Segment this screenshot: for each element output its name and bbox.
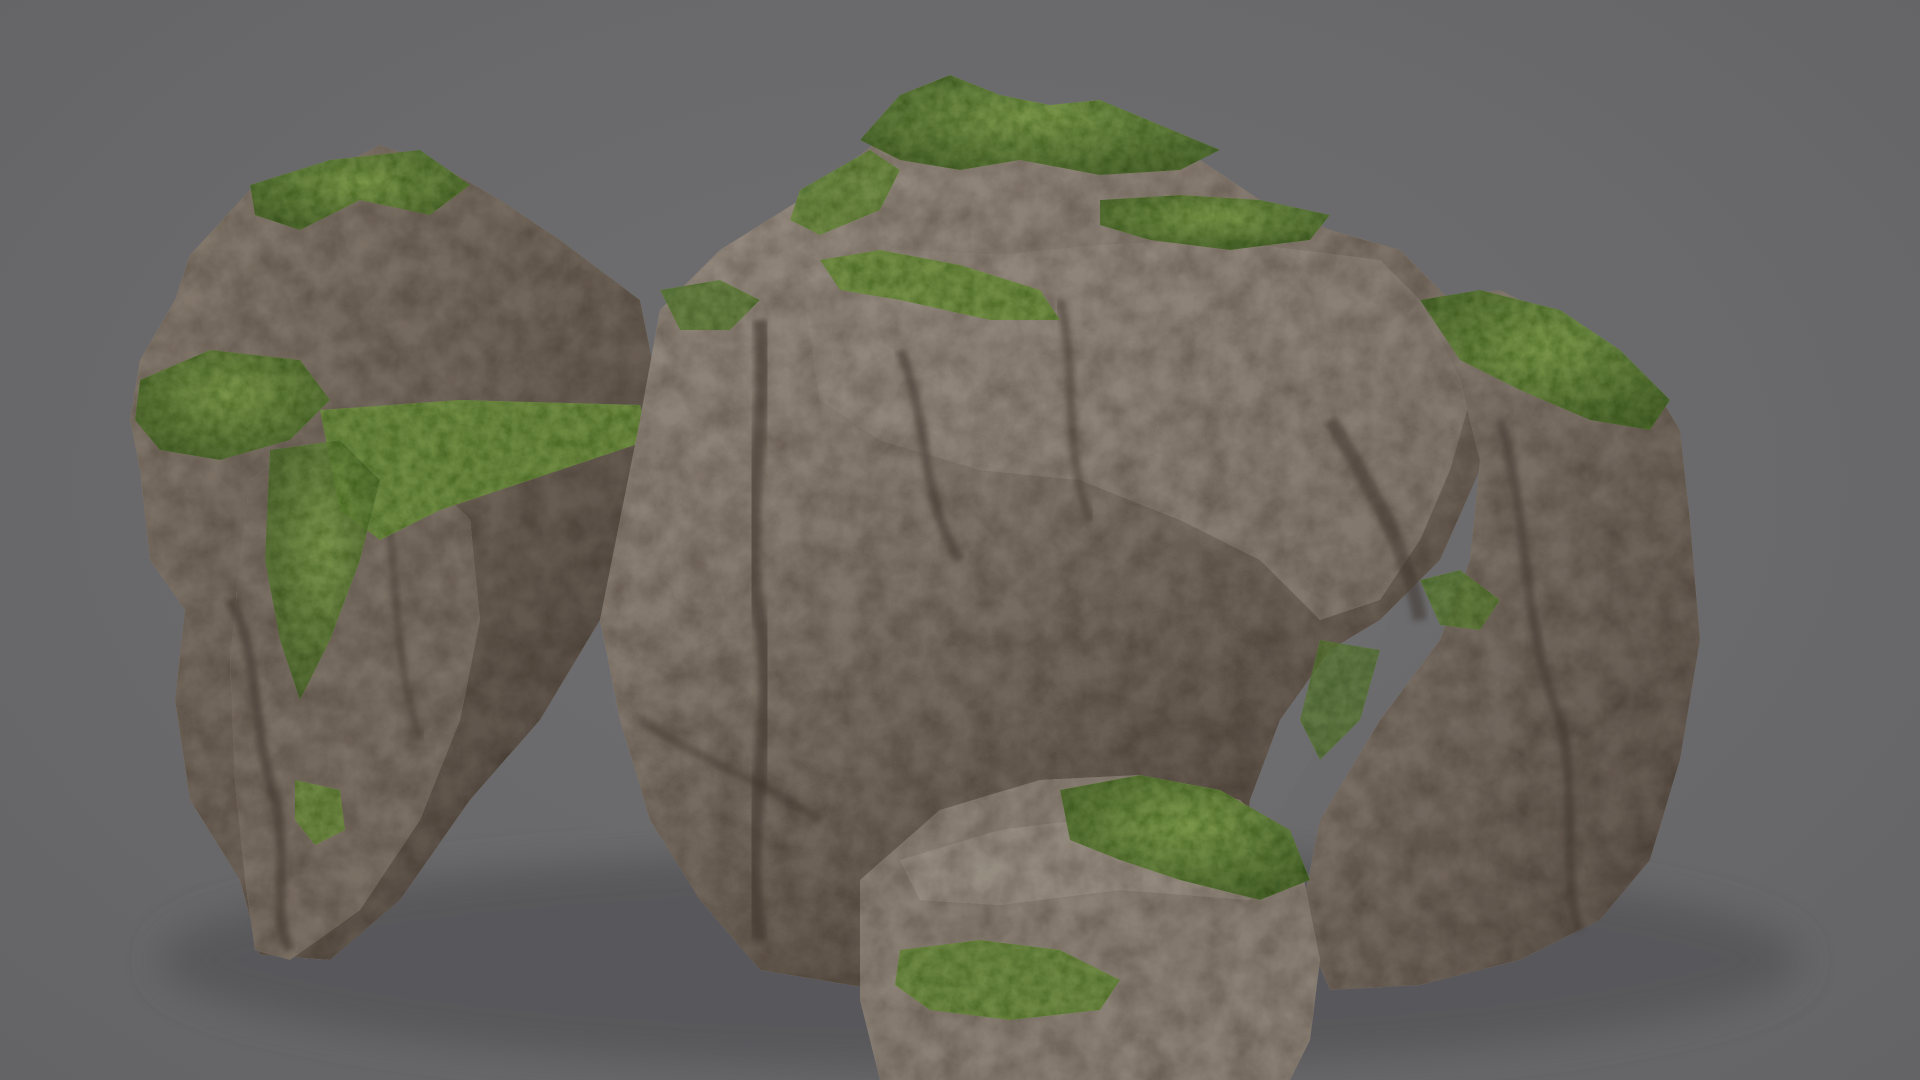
render-viewport[interactable] bbox=[0, 0, 1920, 1080]
left-rock-mass bbox=[130, 145, 660, 960]
rock-render bbox=[130, 75, 1800, 1080]
